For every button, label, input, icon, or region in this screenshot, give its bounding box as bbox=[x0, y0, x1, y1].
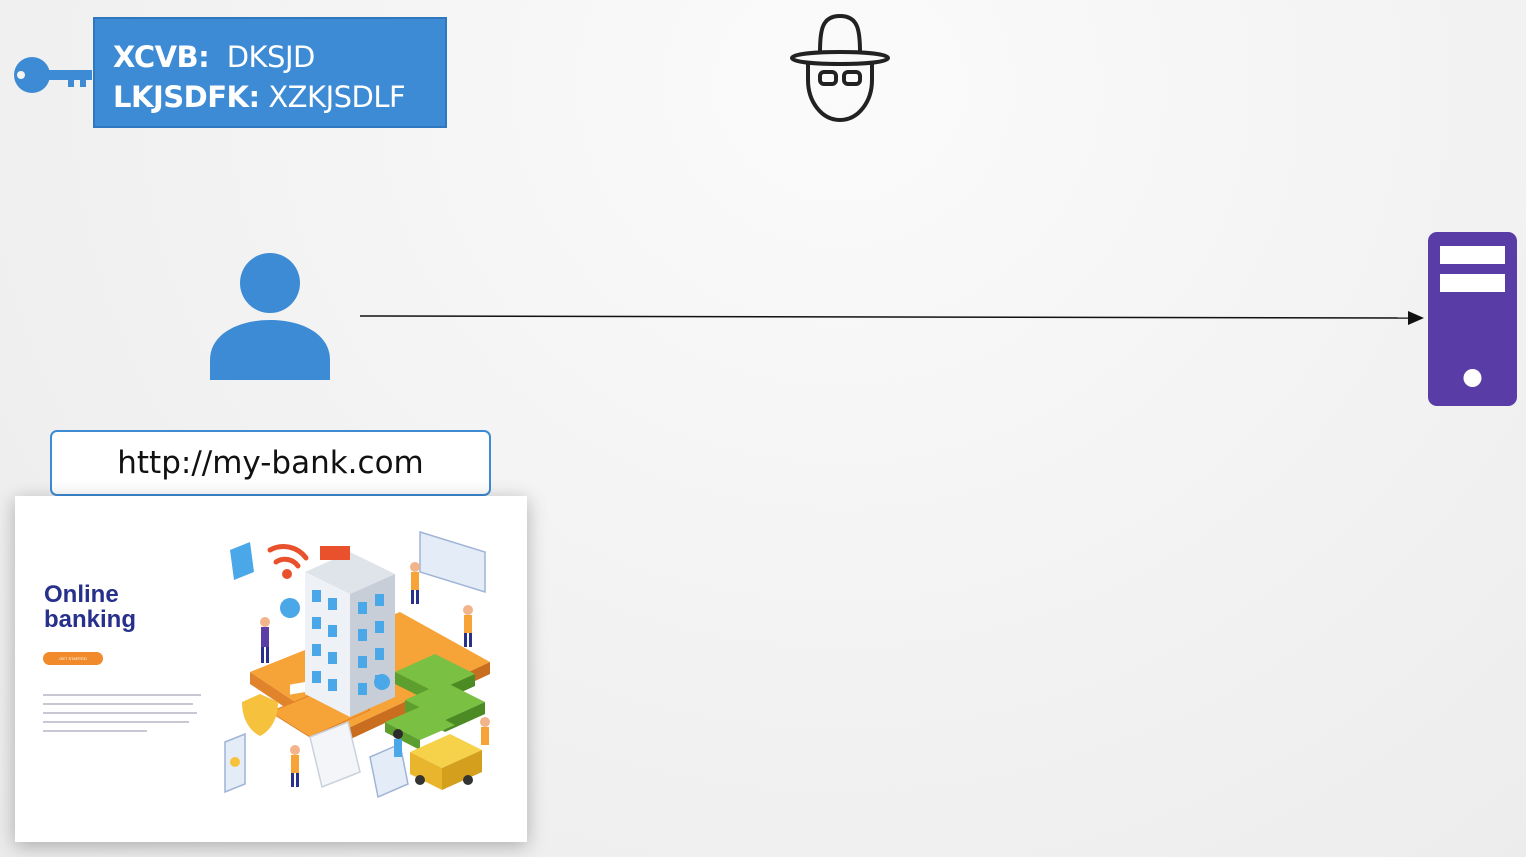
placeholder-text-line bbox=[43, 703, 193, 705]
credential-value: DKSJD bbox=[226, 40, 316, 74]
credential-row: XCVB: DKSJD bbox=[113, 37, 445, 77]
server-icon bbox=[1428, 232, 1517, 406]
banking-illustration bbox=[224, 530, 490, 799]
placeholder-text-line bbox=[43, 712, 197, 714]
credentials-box: XCVB: DKSJD LKJSDFK: XZKJSDLF bbox=[93, 17, 447, 128]
placeholder-text-line bbox=[43, 730, 147, 732]
placeholder-text-line bbox=[43, 694, 201, 696]
connection-arrow bbox=[359, 311, 1424, 325]
placeholder-text-line bbox=[43, 721, 189, 723]
credential-key: LKJSDFK: bbox=[113, 80, 260, 114]
url-bar[interactable]: http://my-bank.com bbox=[50, 430, 491, 496]
credential-key: XCVB: bbox=[113, 40, 210, 74]
user-icon bbox=[210, 253, 330, 380]
credential-value: XZKJSDLF bbox=[268, 80, 406, 114]
get-started-button[interactable]: GET STARTED bbox=[43, 652, 103, 665]
website-preview: Online banking GET STARTED bbox=[15, 496, 527, 842]
url-text: http://my-bank.com bbox=[117, 445, 424, 481]
key-icon bbox=[14, 57, 92, 93]
credential-row: LKJSDFK: XZKJSDLF bbox=[113, 77, 445, 117]
hacker-icon bbox=[790, 14, 890, 122]
site-title: Online banking bbox=[44, 581, 137, 633]
